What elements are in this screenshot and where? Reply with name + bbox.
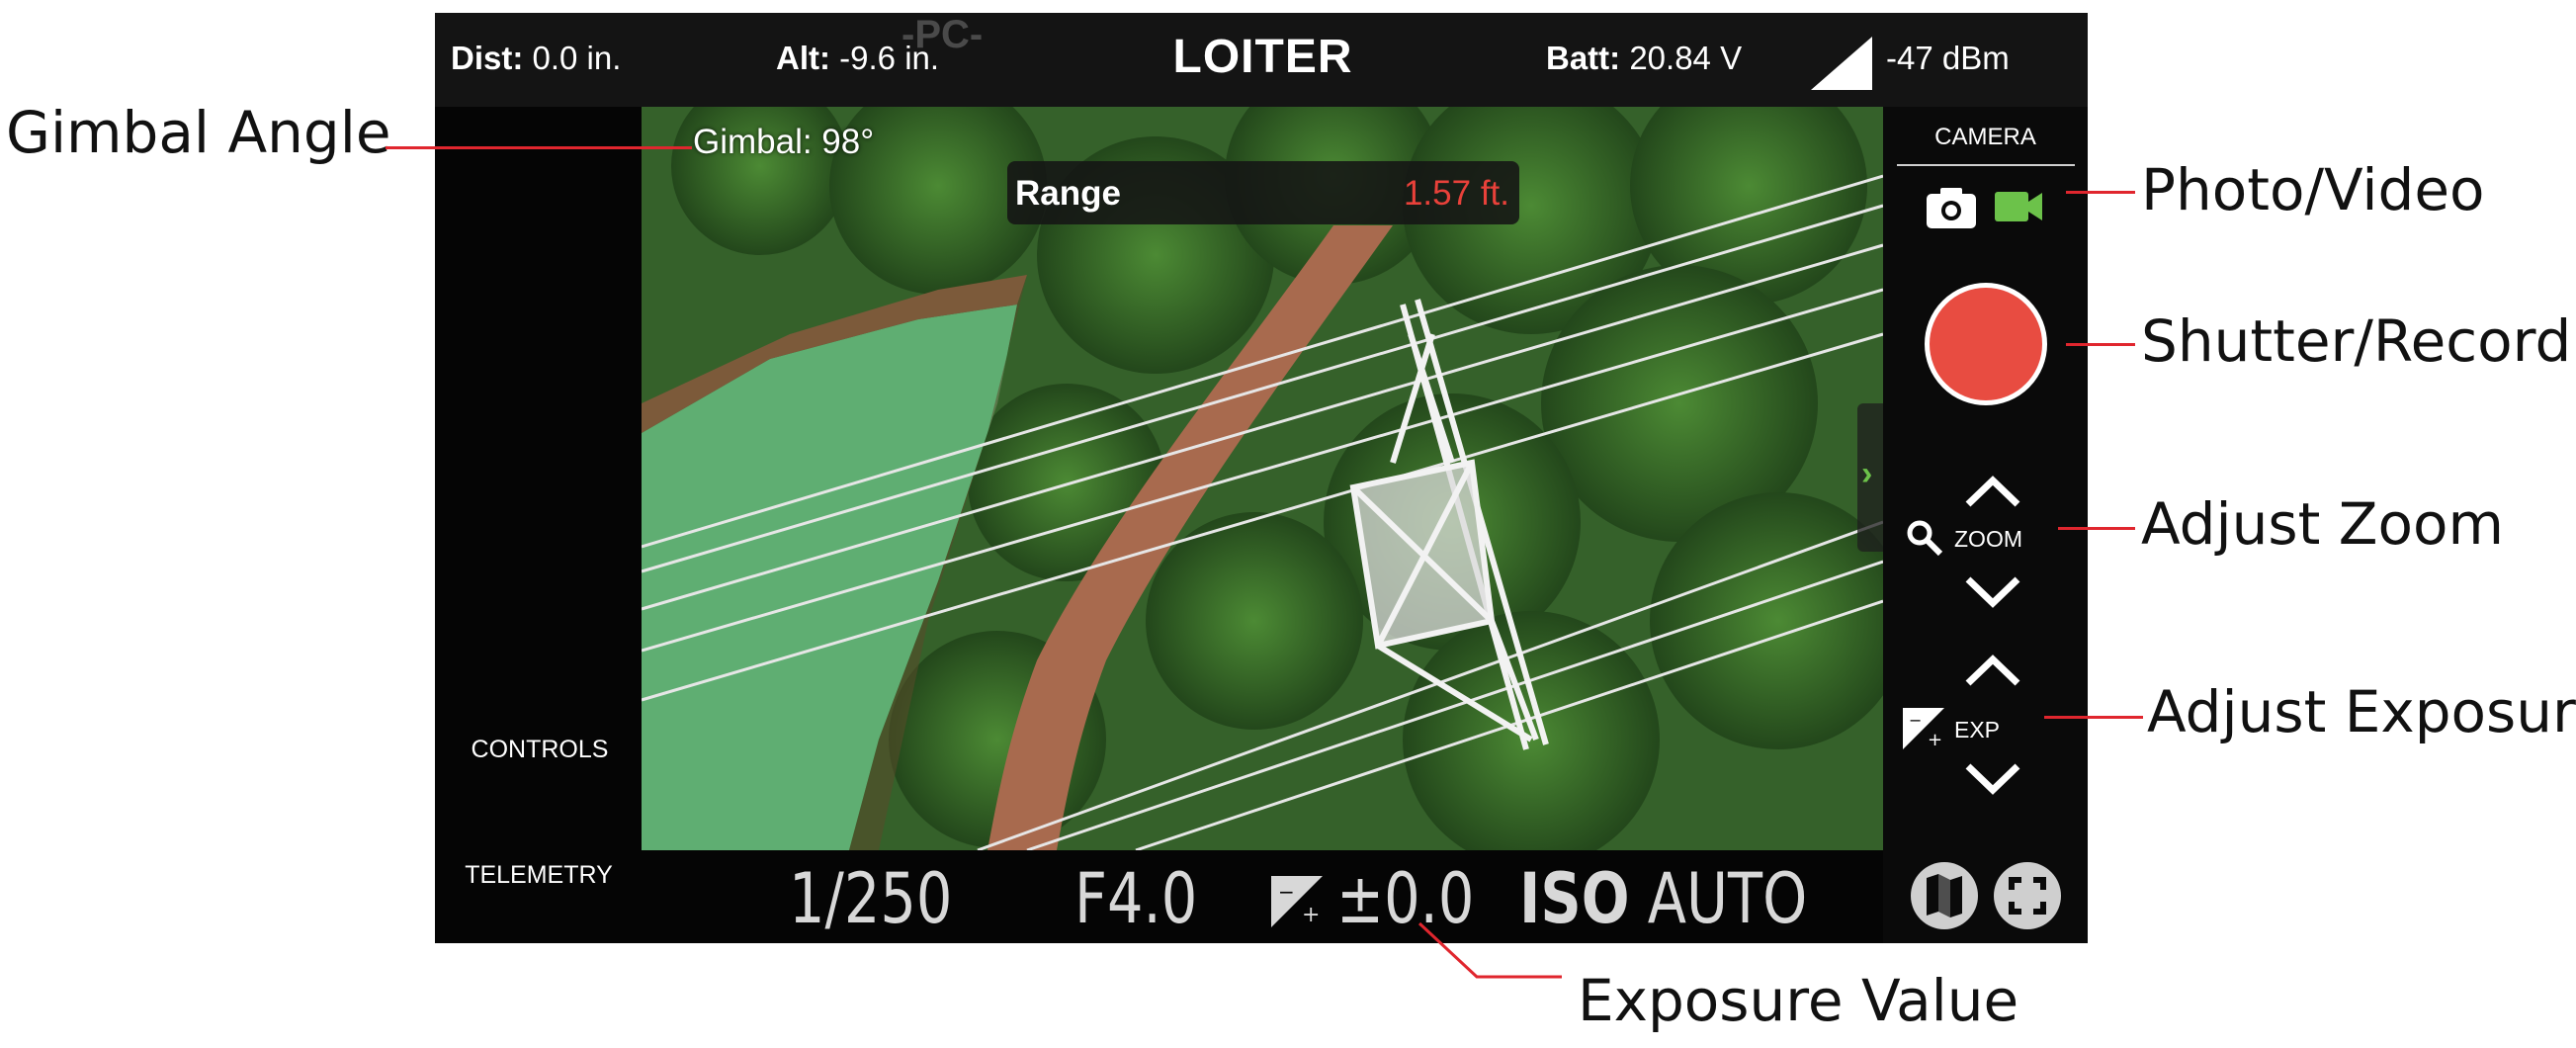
aperture-value[interactable]: F4.0 bbox=[1074, 858, 1197, 939]
camera-icon[interactable] bbox=[1925, 184, 1978, 231]
svg-text:−: − bbox=[1909, 711, 1922, 730]
battery-label: Batt: bbox=[1546, 40, 1621, 76]
drone-camera-app: Dist: 0.0 in. Alt: -9.6 in. -PC- LOITER … bbox=[435, 13, 2088, 943]
callout-exposure-value: Exposure Value bbox=[1578, 967, 2019, 1034]
camera-feed[interactable]: Gimbal: 98° Range 1.57 ft. › bbox=[642, 107, 1883, 850]
callout-adjust-exposure: Adjust Exposure bbox=[2147, 678, 2576, 745]
chevron-right-icon: › bbox=[1861, 455, 1873, 492]
fullscreen-icon bbox=[2009, 877, 2046, 915]
iso-value: AUTO bbox=[1647, 858, 1808, 939]
shutter-record-button[interactable] bbox=[1925, 283, 2047, 405]
range-label: Range bbox=[1015, 174, 1121, 213]
leader-line bbox=[2066, 343, 2135, 346]
gimbal-angle-readout: Gimbal: 98° bbox=[693, 123, 875, 161]
signal-strength-icon bbox=[1811, 37, 1872, 90]
exposure-up-chevron-icon[interactable] bbox=[1964, 654, 2021, 687]
zoom-in-chevron-up-icon[interactable] bbox=[1964, 475, 2021, 508]
distance-value: 0.0 in. bbox=[532, 40, 622, 76]
range-value: 1.57 ft. bbox=[1403, 174, 1509, 213]
divider bbox=[1897, 164, 2075, 166]
battery-value: 20.84 V bbox=[1629, 40, 1743, 76]
callout-shutter-record: Shutter/Record bbox=[2141, 307, 2572, 375]
telemetry-tab[interactable]: TELEMETRY bbox=[435, 861, 643, 890]
altitude-label: Alt: bbox=[776, 40, 830, 76]
exposure-compensation-icon: − + bbox=[1903, 708, 1944, 750]
signal-value: -47 dBm bbox=[1886, 40, 2010, 76]
fullscreen-button[interactable] bbox=[1994, 862, 2061, 929]
zoom-out-chevron-down-icon[interactable] bbox=[1964, 575, 2021, 609]
range-readout: Range 1.57 ft. bbox=[1007, 161, 1519, 224]
callout-adjust-zoom: Adjust Zoom bbox=[2141, 490, 2504, 558]
controls-tab[interactable]: CONTROLS bbox=[436, 736, 644, 764]
leader-line bbox=[2066, 191, 2135, 194]
exposure-down-chevron-icon[interactable] bbox=[1964, 762, 2021, 796]
leader-line bbox=[386, 146, 692, 149]
leader-line bbox=[2058, 527, 2135, 530]
camera-panel: CAMERA ZOOM − + EXP bbox=[1883, 107, 2088, 943]
status-bar: Dist: 0.0 in. Alt: -9.6 in. -PC- LOITER … bbox=[435, 13, 2088, 107]
svg-text:+: + bbox=[1928, 730, 1942, 750]
zoom-label: ZOOM bbox=[1954, 526, 2022, 552]
distance-readout: Dist: 0.0 in. bbox=[451, 40, 621, 77]
exposure-compensation-icon: − + bbox=[1271, 876, 1323, 927]
battery-readout: Batt: 20.84 V bbox=[1546, 40, 1742, 77]
callout-photo-video: Photo/Video bbox=[2141, 156, 2485, 223]
map-icon bbox=[1927, 874, 1962, 917]
callout-gimbal-angle: Gimbal Angle bbox=[6, 99, 391, 166]
svg-text:+: + bbox=[1302, 903, 1320, 927]
panel-toggle-handle[interactable]: › bbox=[1857, 403, 1883, 552]
video-camera-icon[interactable] bbox=[1994, 188, 2043, 225]
shutter-speed-value[interactable]: 1/250 bbox=[789, 858, 952, 939]
pc-watermark: -PC- bbox=[902, 13, 984, 56]
leader-line bbox=[1417, 921, 1562, 979]
map-button[interactable] bbox=[1911, 862, 1978, 929]
distance-label: Dist: bbox=[451, 40, 524, 76]
camera-panel-title: CAMERA bbox=[1934, 124, 2036, 150]
svg-text:−: − bbox=[1278, 880, 1295, 904]
leader-line bbox=[2044, 716, 2143, 719]
exposure-label: EXP bbox=[1954, 717, 2001, 742]
flight-mode[interactable]: LOITER bbox=[1068, 30, 1458, 84]
magnifier-icon bbox=[1907, 520, 1943, 557]
